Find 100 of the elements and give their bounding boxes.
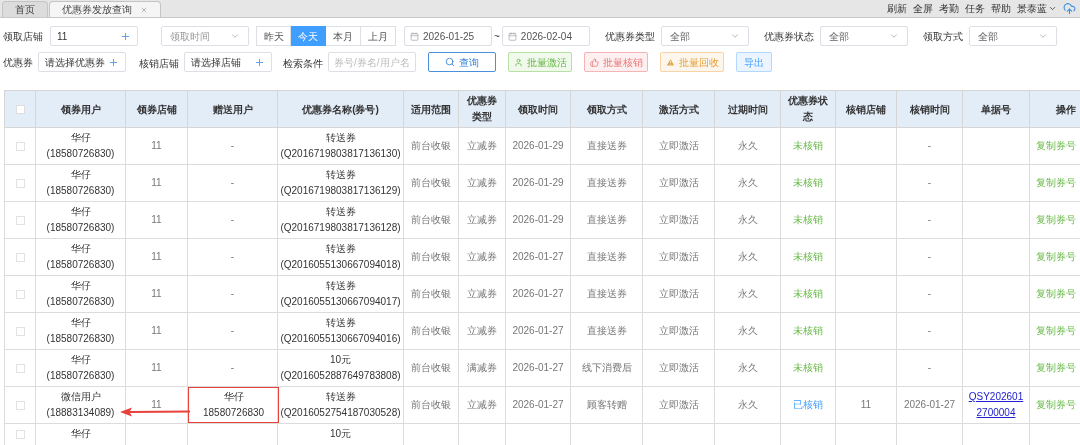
table-cell: 永久 [737, 251, 758, 262]
table-cell: 前台收银 [411, 399, 451, 410]
calendar-icon [410, 31, 419, 41]
table-cell: 2026-01-29 [512, 214, 564, 225]
search-button[interactable]: 查询 [428, 52, 496, 72]
checkbox[interactable] [15, 252, 25, 262]
table-cell: 10元 [329, 428, 352, 439]
tab[interactable]: 首页 [2, 1, 48, 17]
plus-icon [120, 30, 131, 42]
select-field[interactable]: 全部 [660, 26, 749, 46]
annotation-arrow [120, 407, 192, 417]
table-cell: 直接送券 [586, 214, 627, 225]
user-menu[interactable]: 景泰蓝 [1017, 0, 1057, 16]
table-cell: 华仔 (18580726830) [46, 280, 115, 307]
thumbs-up-icon [589, 57, 599, 67]
checkbox[interactable] [15, 289, 25, 299]
column-header: 领券用户 [60, 102, 101, 117]
table-cell: 转送券 (Q2016719803817136129) [280, 169, 401, 196]
table-cell: 11 [151, 288, 162, 299]
table-cell: 11 [151, 362, 162, 373]
date-preset-button[interactable]: 昨天 [256, 26, 291, 46]
checkbox[interactable] [15, 215, 25, 225]
table-cell: 华仔 (18580726830) [46, 132, 115, 159]
table-cell: - [230, 288, 235, 299]
table-cell: 满减券 [467, 362, 497, 373]
status-label: 未核销 [793, 177, 823, 188]
table-cell: 立减券 [467, 214, 497, 225]
table-cell: 立即激活 [658, 177, 699, 188]
cloud-upload-icon[interactable] [1063, 1, 1076, 15]
date-preset-button[interactable]: 本月 [326, 26, 361, 46]
table-cell: - [927, 140, 932, 151]
table-cell: 永久 [737, 177, 758, 188]
table-cell: 2026-01-27 [512, 399, 564, 410]
table-cell: 立减券 [467, 325, 497, 336]
status-label: 未核销 [793, 251, 823, 262]
column-header: 核销店铺 [846, 102, 886, 117]
status-label: 未核销 [793, 140, 823, 151]
status-label: 未核销 [793, 362, 823, 373]
input-field[interactable]: 请选择店铺 [184, 52, 272, 72]
table-cell: 永久 [737, 140, 758, 151]
table-cell: 2026-01-27 [512, 362, 564, 373]
table-cell: 永久 [737, 362, 758, 373]
table-cell: 永久 [737, 214, 758, 225]
date-field[interactable]: 2026-02-04 [501, 26, 590, 46]
table-cell: - [927, 325, 932, 336]
field-label: 核销店铺 [139, 58, 179, 69]
table-cell: 直接送券 [586, 325, 627, 336]
checkbox[interactable] [15, 105, 25, 115]
table-cell: 立减券 [467, 177, 497, 188]
table-cell: 前台收银 [411, 362, 451, 373]
column-header: 优惠券名称(券号) [302, 102, 379, 117]
table-cell: 11 [151, 399, 162, 410]
table-cell: - [927, 251, 932, 262]
column-header: 优惠券状态 [787, 94, 829, 124]
search-field[interactable]: 券号/券名/用户名 [328, 52, 416, 72]
toolbar-link[interactable]: 全屏 [913, 0, 933, 16]
table-cell: 微信用户 (18883134089) [46, 391, 115, 418]
date-field[interactable]: 2026-01-25 [404, 26, 492, 46]
checkbox[interactable] [15, 363, 25, 373]
table-cell: 立即激活 [658, 288, 699, 299]
table-cell: 立即激活 [658, 251, 699, 262]
close-icon[interactable] [140, 5, 148, 14]
table-cell: 2026-01-29 [512, 140, 564, 151]
field-label: 领取方式 [922, 29, 963, 44]
table-cell: 华仔 (18580726830) [46, 317, 115, 344]
toolbar-link[interactable]: 刷新 [887, 0, 907, 16]
select-field[interactable]: 全部 [968, 26, 1057, 46]
toolbar-link[interactable]: 帮助 [991, 0, 1011, 16]
table-cell: 前台收银 [411, 325, 451, 336]
input-field[interactable]: 请选择优惠券 [38, 52, 126, 72]
select-field[interactable]: 全部 [819, 26, 908, 46]
table-cell: 立减券 [467, 140, 497, 151]
toolbar-link[interactable]: 考勤 [939, 0, 959, 16]
table-cell: 永久 [737, 325, 758, 336]
table-cell: 11 [151, 325, 162, 336]
tab[interactable]: 优惠券发放查询 [49, 1, 161, 17]
table-cell: 2026-01-27 [903, 399, 956, 410]
plus-icon [108, 56, 119, 68]
table-cell: 前台收银 [411, 177, 451, 188]
column-header: 适用范围 [411, 102, 451, 117]
table-cell: 前台收银 [411, 140, 451, 151]
chevron-down-icon [729, 31, 740, 41]
table-cell: - [230, 140, 235, 151]
plus-icon [254, 56, 265, 68]
toolbar-link[interactable]: 任务 [965, 0, 985, 16]
table-cell: - [230, 214, 235, 225]
input-field[interactable]: 11 [50, 26, 138, 46]
checkbox[interactable] [15, 178, 25, 188]
date-preset-button[interactable]: 上月 [361, 26, 396, 46]
table-cell: 转送券 (Q2016719803817136128) [280, 206, 401, 233]
checkbox[interactable] [15, 400, 25, 410]
table-cell: 华仔 (18580726830) [46, 243, 115, 270]
column-header: 操作 [1055, 102, 1076, 117]
table-cell: 立即激活 [658, 325, 699, 336]
table-cell: 立即激活 [658, 140, 699, 151]
user-icon [513, 57, 523, 67]
checkbox[interactable] [15, 326, 25, 336]
column-header: 领券店铺 [136, 102, 177, 117]
checkbox[interactable] [15, 429, 25, 439]
checkbox[interactable] [15, 141, 25, 151]
